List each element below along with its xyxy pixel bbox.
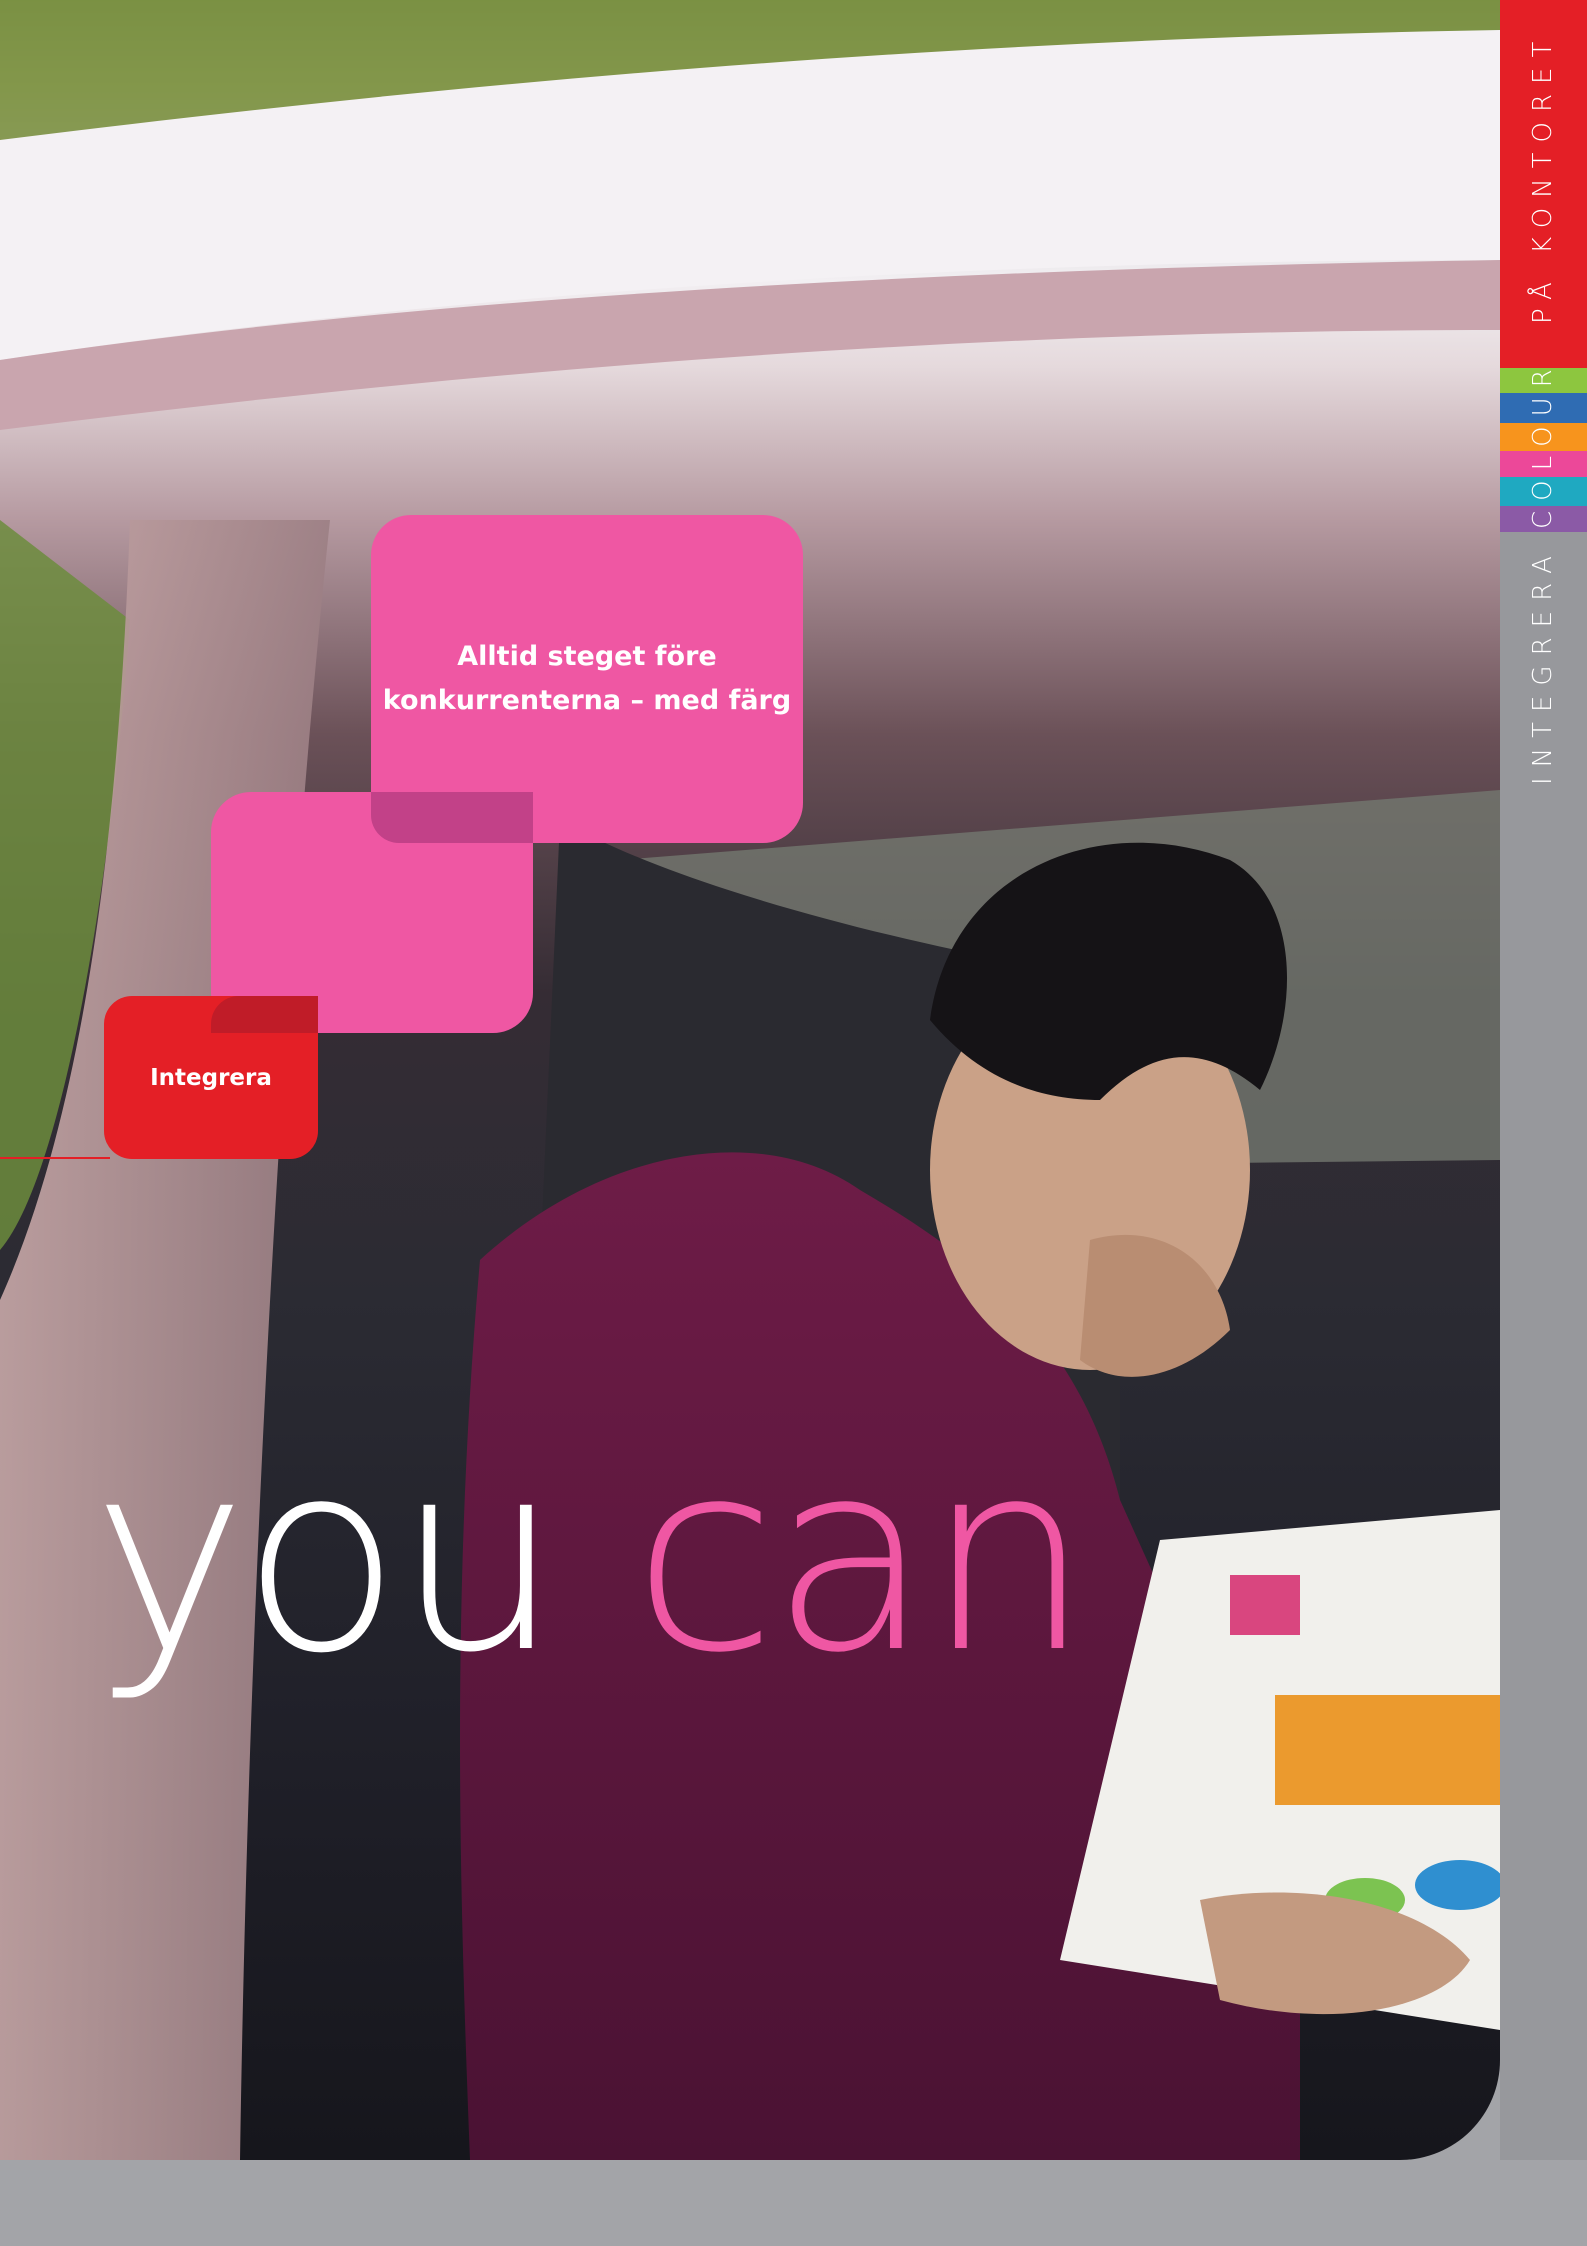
section-label: Integrera — [150, 1064, 272, 1091]
headline-word-you: you — [92, 1405, 561, 1710]
side-color-strip: PÅ KONTORET COLOUR INTEGRERA — [1500, 0, 1587, 2160]
headline-word-can: can — [632, 1405, 1092, 1710]
box-overlap-top — [371, 792, 533, 843]
bottom-gray-band — [0, 2160, 1587, 2246]
tagline-line-2: konkurrenterna – med färg — [382, 685, 792, 716]
strip-word-integrera: INTEGRERA — [1528, 546, 1558, 785]
tagline-line-1: Alltid steget före — [457, 641, 717, 672]
tagline-text: Alltid steget före konkurrenterna – med … — [383, 635, 791, 723]
headline: you can — [92, 1405, 1092, 1710]
strip-word-colour: COLOUR — [1528, 359, 1558, 529]
red-rule — [0, 1157, 110, 1159]
strip-word-kontoret: PÅ KONTORET — [1528, 31, 1558, 324]
box-overlap-bottom — [211, 996, 318, 1033]
